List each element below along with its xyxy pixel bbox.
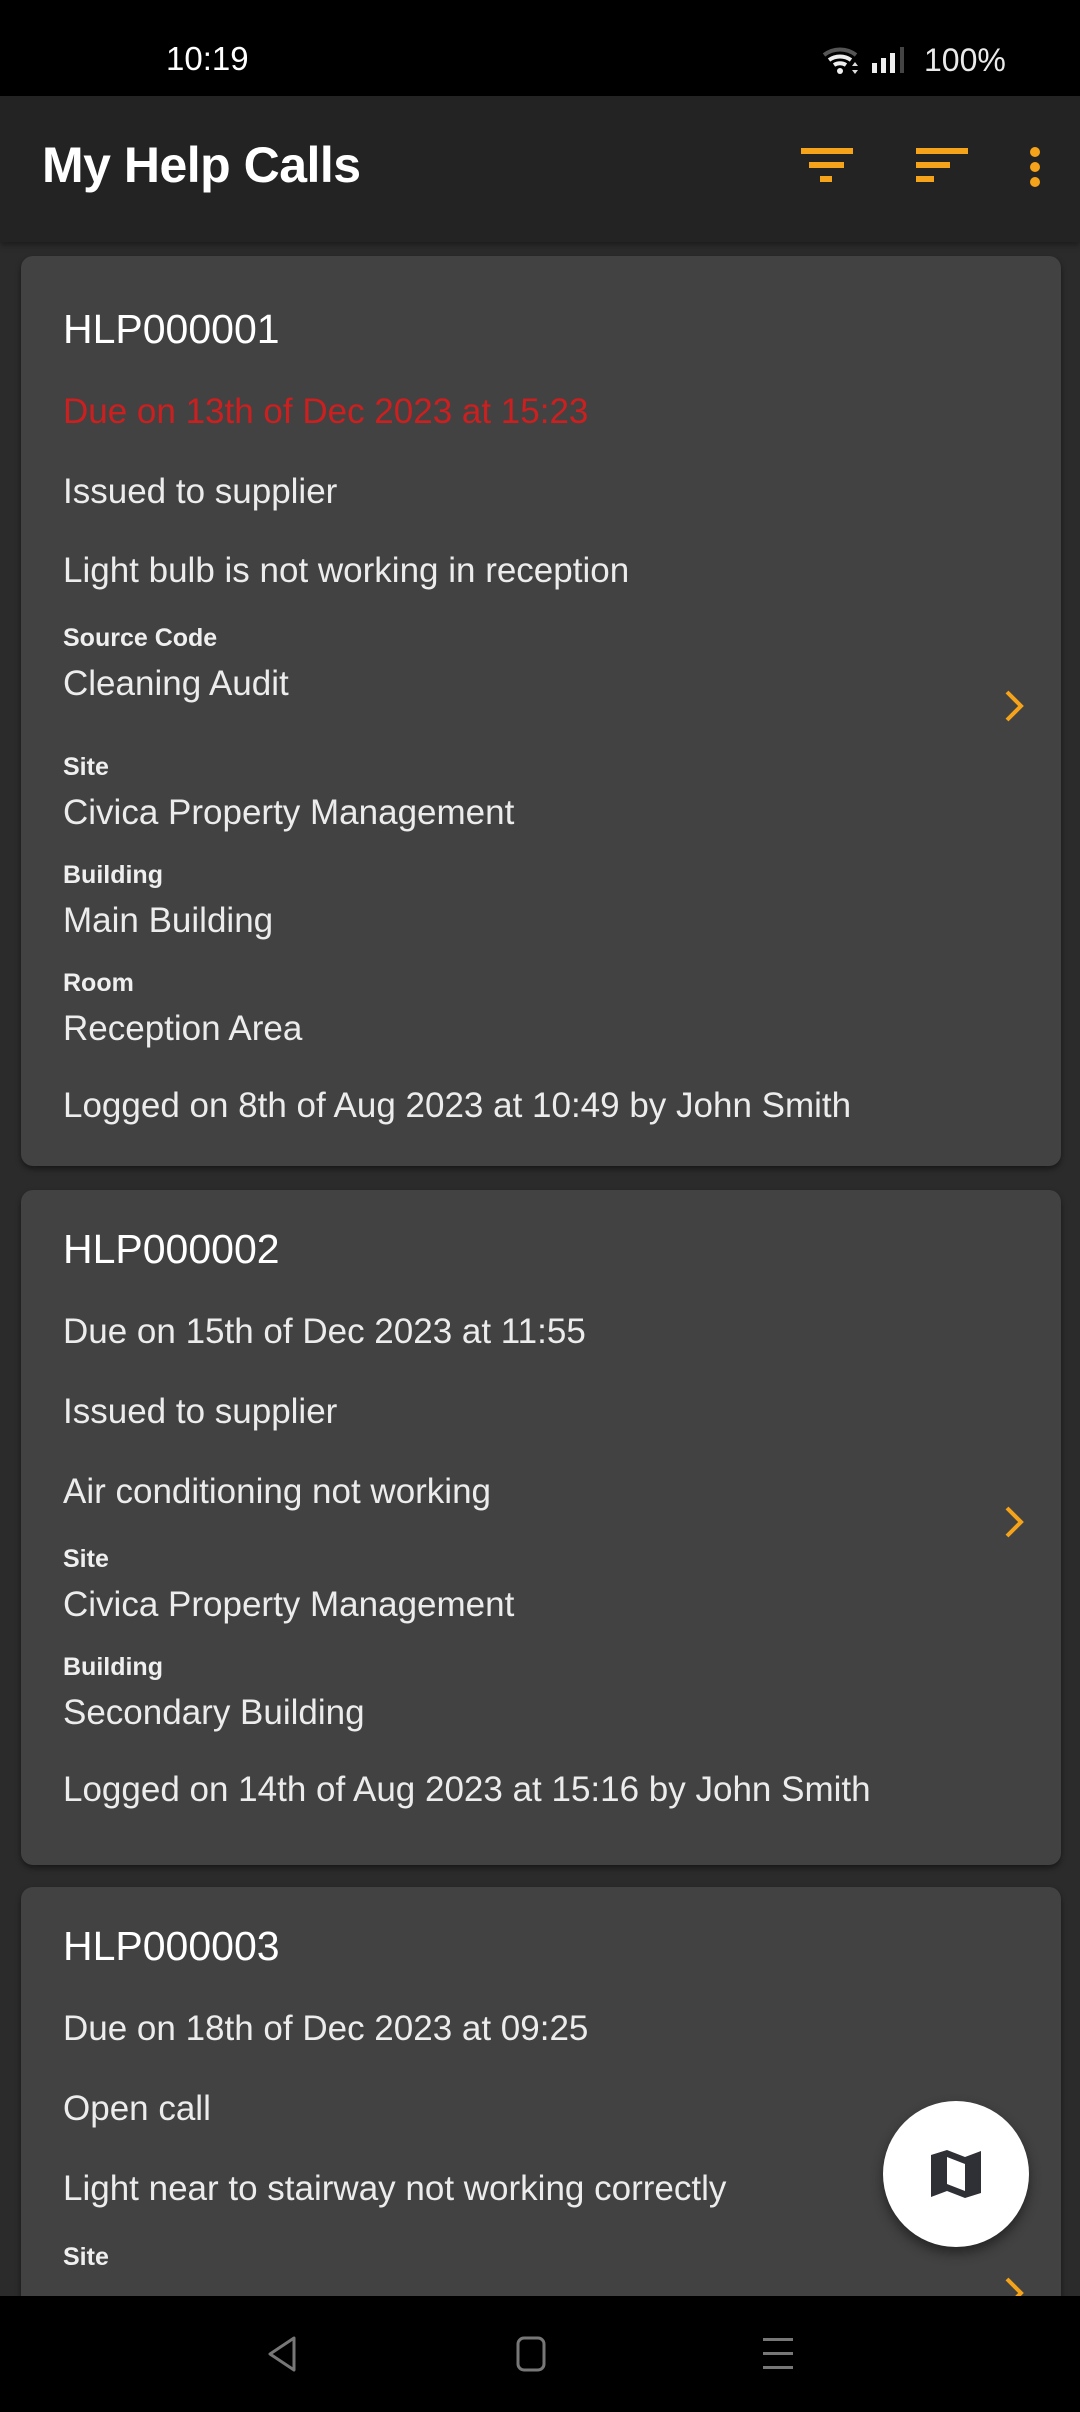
status-bar: 10:19 100% xyxy=(0,0,1080,96)
field-label: Building xyxy=(63,1653,163,1681)
field-label: Room xyxy=(63,969,134,997)
call-due-date: Due on 18th of Dec 2023 at 09:25 xyxy=(63,2009,589,2048)
field-value: Civica Property Management xyxy=(63,793,515,832)
field-value: Main Building xyxy=(63,901,274,940)
field-value: Cleaning Audit xyxy=(63,664,289,703)
map-icon xyxy=(931,2150,981,2198)
home-icon xyxy=(516,2336,546,2372)
page-title: My Help Calls xyxy=(42,137,361,193)
call-due-date: Due on 13th of Dec 2023 at 15:23 xyxy=(63,392,589,431)
help-call-card[interactable]: HLP000001 Due on 13th of Dec 2023 at 15:… xyxy=(21,256,1061,1166)
call-reference: HLP000001 xyxy=(63,306,280,352)
nav-recents-button[interactable] xyxy=(748,2326,808,2382)
field-label: Source Code xyxy=(63,624,218,652)
chevron-right-icon[interactable] xyxy=(999,686,1029,726)
sort-button[interactable] xyxy=(910,140,974,200)
status-time: 10:19 xyxy=(166,40,249,77)
call-logged: Logged on 14th of Aug 2023 at 15:16 by J… xyxy=(63,1770,871,1809)
filter-button[interactable] xyxy=(796,140,860,200)
chevron-right-icon[interactable] xyxy=(999,2273,1029,2296)
help-calls-list: HLP000001 Due on 13th of Dec 2023 at 15:… xyxy=(0,242,1080,2296)
field-label: Site xyxy=(63,1545,109,1573)
nav-home-button[interactable] xyxy=(501,2326,561,2382)
call-description: Light near to stairway not working corre… xyxy=(63,2169,727,2208)
system-nav-bar xyxy=(0,2296,1080,2412)
map-view-button[interactable] xyxy=(883,2101,1029,2247)
call-description: Air conditioning not working xyxy=(63,1472,492,1511)
call-status: Issued to supplier xyxy=(63,472,338,511)
status-icons: 100% xyxy=(822,40,1006,80)
help-call-card[interactable]: HLP000002 Due on 15th of Dec 2023 at 11:… xyxy=(21,1190,1061,1865)
sort-icon xyxy=(916,148,968,182)
battery-level: 100% xyxy=(924,41,1006,78)
nav-back-button[interactable] xyxy=(252,2326,312,2382)
more-options-button[interactable] xyxy=(1010,140,1060,200)
back-icon xyxy=(268,2336,296,2372)
app-bar: My Help Calls xyxy=(0,96,1080,242)
call-due-date: Due on 15th of Dec 2023 at 11:55 xyxy=(63,1312,586,1351)
call-status: Issued to supplier xyxy=(63,1392,338,1431)
recents-icon xyxy=(763,2338,793,2369)
field-label: Building xyxy=(63,861,163,889)
field-label: Site xyxy=(63,2243,109,2271)
signal-icon xyxy=(872,47,904,73)
help-call-card[interactable]: HLP000003 Due on 18th of Dec 2023 at 09:… xyxy=(21,1887,1061,2296)
field-value: Reception Area xyxy=(63,1009,303,1048)
field-value: Civica Property Management xyxy=(63,1585,515,1624)
field-value: Secondary Building xyxy=(63,1693,365,1732)
filter-icon xyxy=(801,148,853,182)
field-label: Site xyxy=(63,753,109,781)
chevron-right-icon[interactable] xyxy=(999,1502,1029,1542)
call-description: Light bulb is not working in reception xyxy=(63,551,630,590)
call-reference: HLP000003 xyxy=(63,1923,280,1969)
call-reference: HLP000002 xyxy=(63,1226,280,1272)
wifi-icon xyxy=(822,47,858,74)
call-logged: Logged on 8th of Aug 2023 at 10:49 by Jo… xyxy=(63,1086,852,1125)
call-status: Open call xyxy=(63,2089,211,2128)
more-options-icon xyxy=(1030,147,1040,187)
